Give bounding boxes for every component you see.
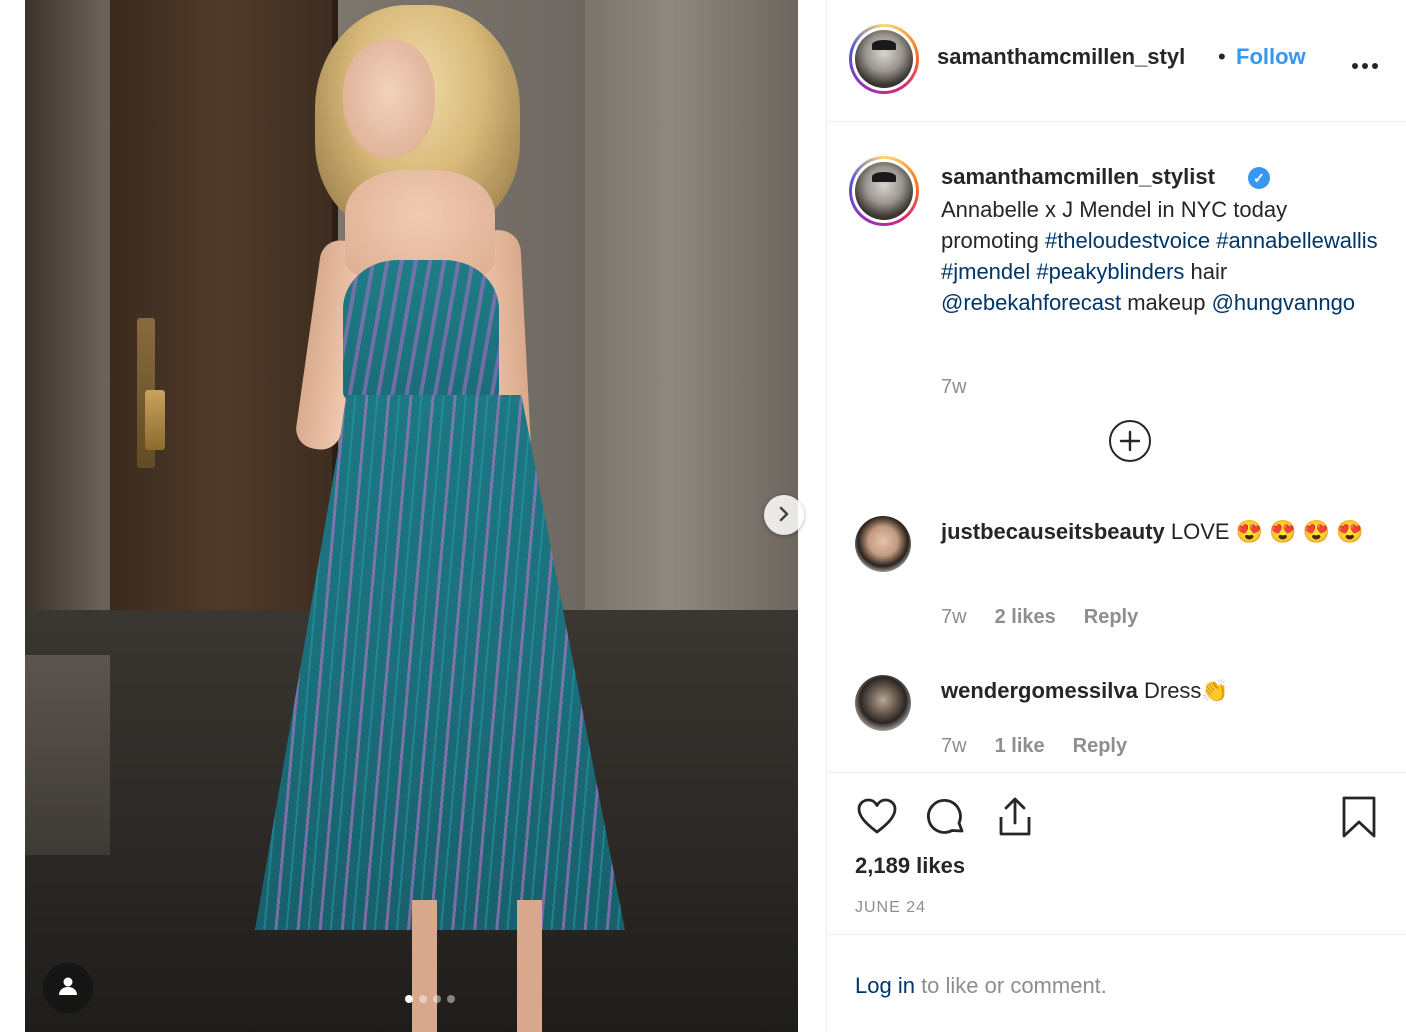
photo-wall-base — [25, 655, 110, 855]
post-actions: 2,189 likes JUNE 24 — [827, 772, 1406, 934]
hashtag-link[interactable]: #theloudestvoice — [1045, 228, 1210, 253]
hashtag-link[interactable]: #annabellewallis — [1216, 228, 1377, 253]
load-more-comments-button[interactable] — [1109, 420, 1151, 462]
hashtag-link[interactable]: #jmendel — [941, 259, 1030, 284]
carousel-dot — [405, 995, 413, 1003]
header-separator: • — [1218, 44, 1226, 69]
comment-timestamp[interactable]: 7w — [941, 606, 967, 629]
login-prompt: Log in to like or comment. — [827, 934, 1406, 1032]
caption-text-segment: hair — [1184, 259, 1228, 284]
carousel-dot — [433, 995, 441, 1003]
share-icon[interactable] — [993, 795, 1037, 844]
caption-timestamp[interactable]: 7w — [941, 376, 967, 399]
photo-figure-legs — [370, 900, 580, 1032]
comment: wendergomessilva Dress👏 — [941, 675, 1391, 706]
comment-avatar[interactable] — [855, 675, 911, 731]
carousel-indicator — [405, 995, 455, 1003]
caption-text: Annabelle x J Mendel in NYC today promot… — [941, 194, 1391, 318]
post-header: samanthamcmillen_styl • Follow — [827, 0, 1406, 122]
carousel-next-button[interactable] — [764, 495, 804, 535]
comment-likes[interactable]: 2 likes — [995, 606, 1056, 629]
comment-avatar[interactable] — [855, 516, 911, 572]
hashtag-link[interactable]: #peakyblinders — [1036, 259, 1184, 284]
plus-circle-icon — [1119, 425, 1141, 457]
photo-figure-face — [343, 40, 435, 158]
likes-count[interactable]: 2,189 likes — [855, 853, 965, 879]
post-photo[interactable] — [25, 0, 798, 1032]
tagged-users-button[interactable] — [43, 963, 93, 1013]
comment-timestamp[interactable]: 7w — [941, 735, 967, 758]
comment-username[interactable]: justbecauseitsbeauty — [941, 519, 1165, 544]
comment-meta: 7w 1 like Reply — [941, 735, 1127, 758]
user-icon — [56, 974, 80, 1003]
caption-text-segment: makeup — [1121, 290, 1212, 315]
photo-pillar — [585, 0, 798, 620]
comment-text: LOVE 😍 😍 😍 😍 — [1164, 519, 1364, 544]
comment-likes[interactable]: 1 like — [995, 735, 1045, 758]
carousel-dot — [447, 995, 455, 1003]
caption-username[interactable]: samanthamcmillen_stylist — [941, 164, 1215, 190]
post-date[interactable]: JUNE 24 — [855, 899, 926, 917]
carousel-dot — [419, 995, 427, 1003]
heart-icon[interactable] — [855, 795, 899, 844]
comment: justbecauseitsbeauty LOVE 😍 😍 😍 😍 — [941, 516, 1391, 547]
follow-button[interactable]: Follow — [1236, 44, 1306, 70]
login-prompt-text: to like or comment. — [914, 973, 1107, 998]
login-link[interactable]: Log in — [855, 973, 915, 998]
caption-author-avatar[interactable] — [849, 156, 919, 226]
author-avatar[interactable] — [849, 24, 919, 94]
photo-figure-dress-bodice — [343, 260, 499, 400]
comment-username[interactable]: wendergomessilva — [941, 678, 1138, 703]
comment-text: Dress👏 — [1137, 678, 1229, 703]
more-options-icon[interactable] — [1351, 46, 1379, 77]
photo-door-handle — [145, 390, 165, 450]
mention-link[interactable]: @rebekahforecast — [941, 290, 1121, 315]
verified-badge-icon: ✓ — [1248, 167, 1270, 189]
author-username[interactable]: samanthamcmillen_styl — [937, 44, 1185, 70]
bookmark-icon[interactable] — [1337, 795, 1381, 844]
comment-icon[interactable] — [924, 795, 968, 844]
reply-button[interactable]: Reply — [1073, 735, 1127, 758]
comment-meta: 7w 2 likes Reply — [941, 606, 1138, 629]
chevron-right-icon — [776, 502, 792, 528]
post-side-panel: samanthamcmillen_styl • Follow samantham… — [826, 0, 1406, 1032]
mention-link[interactable]: @hungvanngo — [1212, 290, 1355, 315]
reply-button[interactable]: Reply — [1084, 606, 1138, 629]
